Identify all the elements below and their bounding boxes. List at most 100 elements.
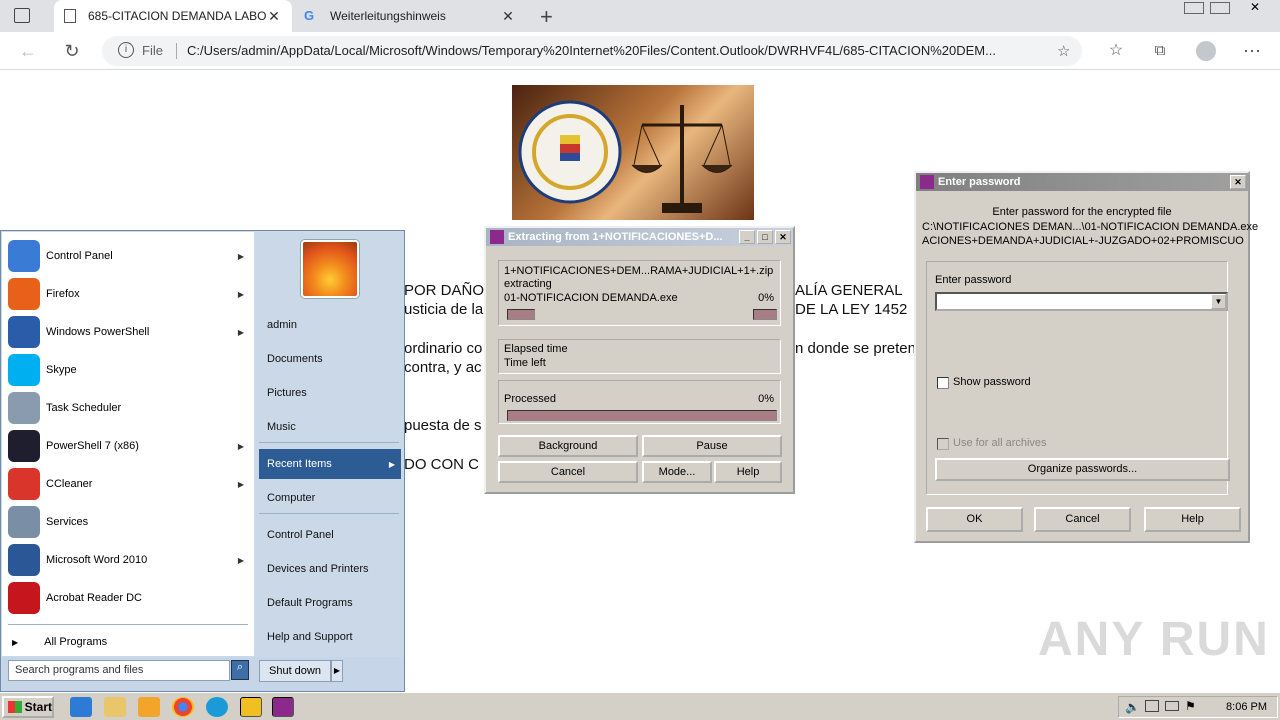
scheme-label: File [142,43,163,58]
start-menu-place-control-panel[interactable]: Control Panel [259,520,401,550]
time-left-label: Time left [504,357,546,369]
place-label: Control Panel [267,529,334,541]
password-dropdown-icon[interactable]: ▼ [1211,294,1226,309]
extraction-title: Extracting from 1+NOTIFICACIONES+D... [508,231,723,243]
start-menu-program[interactable]: Acrobat Reader DC [8,580,252,616]
collections-icon[interactable]: ⧉ [1146,38,1174,64]
start-button[interactable]: Start [2,696,54,718]
pause-button[interactable]: Pause [642,435,782,457]
explorer-icon[interactable] [104,697,126,717]
show-password-checkbox[interactable] [937,377,949,389]
edge-icon[interactable] [206,697,228,717]
password-field-label: Enter password [935,274,1012,286]
places-divider [259,442,399,443]
start-menu-place-admin[interactable]: admin [259,310,401,340]
winrar-taskbar-icon[interactable] [272,697,294,717]
start-menu-place-documents[interactable]: Documents [259,344,401,374]
url-text[interactable]: C:/Users/admin/AppData/Local/Microsoft/W… [187,43,1047,58]
start-menu-program[interactable]: Control Panel ▶ [8,238,252,274]
place-label: admin [267,319,297,331]
background-button[interactable]: Background [498,435,638,457]
tab-weiterleitung[interactable]: G Weiterleitungshinweis ✕ [294,0,526,32]
add-favorite-icon[interactable]: ☆ [1057,42,1070,60]
shutdown-button[interactable]: Shut down [259,660,331,682]
start-menu-program[interactable]: Skype [8,352,252,388]
close-tab-icon[interactable]: ✕ [500,8,516,25]
refresh-icon[interactable]: ↻ [58,38,86,64]
close-window-icon[interactable]: ✕ [1240,0,1270,14]
all-programs-item[interactable]: ▶ All Programs [12,632,248,652]
user-picture-avatar [301,240,359,298]
powershell7-icon [8,430,40,462]
maximize-icon[interactable]: □ [757,230,773,244]
winrar-icon [920,175,934,189]
close-icon[interactable]: ✕ [1230,175,1246,189]
task-scheduler-icon [8,392,40,424]
volume-icon[interactable]: 🔈 [1125,700,1140,714]
help-button[interactable]: Help [1144,507,1241,532]
organize-passwords-button[interactable]: Organize passwords... [935,458,1230,481]
minimize-icon[interactable]: _ [739,230,755,244]
start-menu-program[interactable]: Services [8,504,252,540]
close-icon[interactable]: ✕ [775,230,791,244]
programs-divider [8,624,248,625]
winrar-icon [490,230,504,244]
start-menu-place-recent-items[interactable]: Recent Items ▶ [259,449,401,479]
restore-icon[interactable] [1210,2,1230,14]
ie-icon[interactable] [70,697,92,717]
mode-button[interactable]: Mode... [642,461,712,483]
start-menu-program[interactable]: Firefox ▶ [8,276,252,312]
profile-avatar[interactable] [1196,41,1216,61]
start-menu-places: admin Documents Pictures Music Recent Items ▶… [255,232,404,656]
more-options-icon[interactable]: ⋯ [1238,38,1266,64]
start-menu-place-default-programs[interactable]: Default Programs [259,588,401,618]
tab-title: Weiterleitungshinweis [330,9,446,23]
help-button[interactable]: Help [714,461,782,483]
back-icon[interactable]: ← [14,38,42,64]
start-menu-place-music[interactable]: Music [259,412,401,442]
program-label: Microsoft Word 2010 [46,554,148,566]
shutdown-options-icon[interactable]: ▶ [331,660,343,682]
address-bar[interactable]: i File C:/Users/admin/AppData/Local/Micr… [102,36,1082,66]
start-menu-program[interactable]: Task Scheduler [8,390,252,426]
network-icon[interactable] [1145,700,1159,712]
tab-actions-icon[interactable] [14,8,30,23]
outlook-icon[interactable] [240,697,262,717]
start-menu-place-computer[interactable]: Computer [259,483,401,513]
start-menu-place-devices-and-printers[interactable]: Devices and Printers [259,554,401,584]
start-menu-place-pictures[interactable]: Pictures [259,378,401,408]
triangle-right-icon: ▶ [12,637,19,647]
processed-group: Processed 0% [498,380,781,424]
search-input[interactable]: Search programs and files [8,660,230,681]
display-icon[interactable] [1165,701,1179,711]
encrypted-file-path: C:\NOTIFICACIONES DEMAN...\01-NOTIFICACI… [922,221,1259,233]
password-input[interactable] [935,292,1228,311]
program-label: PowerShell 7 (x86) [46,440,139,452]
start-menu-place-help-and-support[interactable]: Help and Support [259,622,401,652]
start-menu-program[interactable]: PowerShell 7 (x86) ▶ [8,428,252,464]
start-menu-program[interactable]: Windows PowerShell ▶ [8,314,252,350]
media-player-icon[interactable] [138,697,160,717]
start-menu-program[interactable]: Microsoft Word 2010 ▶ [8,542,252,578]
info-icon[interactable]: i [118,42,134,58]
password-titlebar: Enter password ✕ [916,173,1248,191]
close-tab-icon[interactable]: ✕ [266,8,282,25]
chrome-icon[interactable] [172,697,194,717]
processed-percent: 0% [758,393,774,405]
start-menu-program[interactable]: CCleaner ▶ [8,466,252,502]
submenu-arrow-icon: ▶ [237,327,244,337]
program-label: CCleaner [46,478,93,490]
minimize-icon[interactable] [1184,2,1204,14]
file-progress-bar-left [507,309,535,320]
powershell-icon [8,316,40,348]
clock[interactable]: 8:06 PM [1226,701,1267,713]
new-tab-icon[interactable]: + [540,4,553,30]
ok-button[interactable]: OK [926,507,1023,532]
favorites-icon[interactable]: ☆ [1102,38,1130,64]
cancel-button[interactable]: Cancel [498,461,638,483]
system-tray: 🔈 ⚑ 8:06 PM [1118,696,1278,718]
tab-citacion[interactable]: 685-CITACION DEMANDA LABO ✕ [54,0,292,32]
action-center-flag-icon[interactable]: ⚑ [1185,699,1196,713]
cancel-button[interactable]: Cancel [1034,507,1131,532]
search-icon[interactable]: ⌕ [231,660,249,680]
